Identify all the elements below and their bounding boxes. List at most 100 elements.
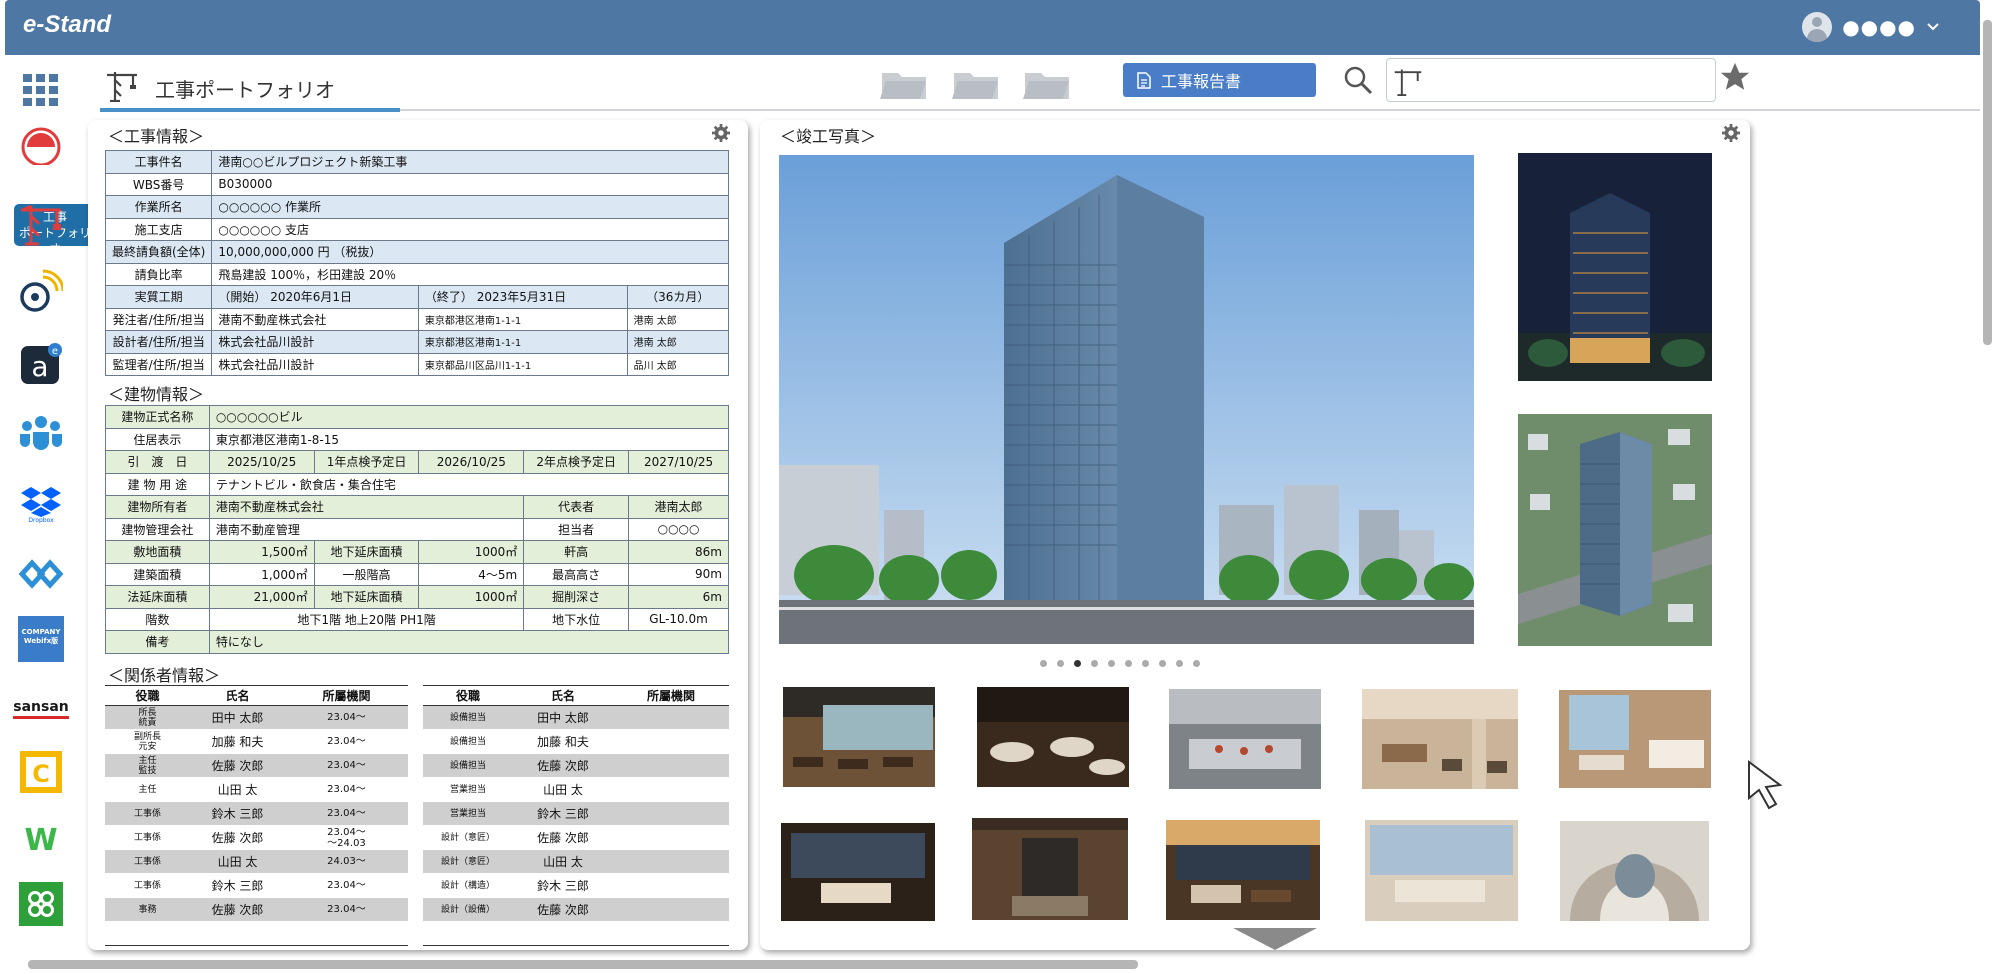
thumbnail-dining[interactable] xyxy=(977,687,1129,787)
label-cell: 階数 xyxy=(105,607,210,631)
role-cell: 事務 xyxy=(105,897,190,922)
svg-text:a: a xyxy=(31,350,48,383)
night-building-photo[interactable] xyxy=(1518,153,1712,381)
party-person: 港南 太郎 xyxy=(626,307,730,331)
name-cell: 加藤 和夫 xyxy=(190,729,285,754)
carousel-dot[interactable] xyxy=(1193,660,1200,667)
clover-icon[interactable] xyxy=(17,880,65,928)
role-cell: 工事係 xyxy=(105,825,190,850)
thumbnail-entrance[interactable] xyxy=(972,818,1128,920)
role-cell: 所長 統責 xyxy=(105,705,190,730)
name-cell: 佐藤 次郎 xyxy=(513,753,613,778)
user-name[interactable]: ●●●● xyxy=(1842,15,1916,39)
carousel-dot[interactable] xyxy=(1040,660,1047,667)
w-app-icon[interactable]: W xyxy=(17,815,65,863)
label-cell: WBS番号 xyxy=(104,172,213,196)
mouse-cursor-icon xyxy=(1748,760,1783,810)
label-cell: 建築面積 xyxy=(105,562,210,586)
c-app-icon[interactable]: C xyxy=(17,748,65,796)
apps-grid-icon[interactable] xyxy=(17,66,65,114)
value-cell: B030000 xyxy=(211,172,729,196)
link-app-icon[interactable] xyxy=(17,550,65,598)
chevron-down-icon[interactable] xyxy=(1926,22,1940,32)
role-cell: 工事係 xyxy=(105,849,190,874)
aerial-building-photo[interactable] xyxy=(1518,414,1712,646)
value-cell: テナントビル・飲食店・集合住宅 xyxy=(208,472,730,496)
thumbnail-restaurant[interactable] xyxy=(783,687,935,787)
label-cell: 設計者/住所/担当 xyxy=(104,330,213,354)
star-icon[interactable] xyxy=(1718,60,1752,94)
carousel-dot[interactable] xyxy=(1057,660,1064,667)
person-row: 営業担当 山田 太 xyxy=(423,777,729,802)
thumbnail-lounge[interactable] xyxy=(1166,820,1320,920)
thumbnail-kitchen[interactable] xyxy=(1169,689,1321,789)
person-row: 所長 統責 田中 太郎 23.04～ xyxy=(105,705,408,730)
construction-table: 工事件名 港南○○ビルプロジェクト新築工事 WBS番号 B030000 作業所名 ○○… xyxy=(104,150,730,376)
a-app-icon[interactable]: ae xyxy=(17,340,65,388)
carousel-dot[interactable] xyxy=(1091,660,1098,667)
value-cell: 地下1階 地上20階 PH1階 xyxy=(208,607,525,631)
name-cell: 田中 太郎 xyxy=(190,705,285,730)
date-cell: 23.04～ xyxy=(285,753,408,778)
column-header: 所屬機関 xyxy=(285,685,408,706)
scroll-down-arrow-icon[interactable] xyxy=(1233,928,1317,950)
carousel-dot[interactable] xyxy=(1142,660,1149,667)
name-cell: 佐藤 次郎 xyxy=(513,825,613,850)
value-cell: 港南不動産株式会社 xyxy=(208,495,525,519)
name-cell: 山田 太 xyxy=(190,849,285,874)
value-cell: 港南不動産管理 xyxy=(208,517,525,541)
carousel-dot[interactable] xyxy=(1074,660,1081,667)
name-cell: 佐藤 次郎 xyxy=(190,825,285,850)
carousel-dot[interactable] xyxy=(1176,660,1183,667)
person-row: 設備担当 加藤 和夫 xyxy=(423,729,729,754)
name-cell: 佐藤 次郎 xyxy=(190,897,285,922)
value-cell: 港南○○ビルプロジェクト新築工事 xyxy=(211,150,729,174)
label-cell: 代表者 xyxy=(523,495,630,519)
label-cell: 建物正式名称 xyxy=(105,405,210,429)
sansan-icon[interactable]: sansan xyxy=(13,685,69,733)
carousel-dot[interactable] xyxy=(1159,660,1166,667)
role-cell: 工事係 xyxy=(105,801,190,826)
value-cell: ○○○○ xyxy=(628,517,729,541)
thumbnail-lobby[interactable] xyxy=(1362,689,1518,789)
folder-icon[interactable] xyxy=(952,67,1000,101)
search-input[interactable] xyxy=(1386,58,1716,102)
person-row: 設計（意匠） 山田 太 xyxy=(423,849,729,874)
crane-icon[interactable] xyxy=(17,199,65,247)
report-button[interactable]: 工事報告書 xyxy=(1123,63,1316,97)
search-icon[interactable] xyxy=(1343,65,1373,95)
vertical-scrollbar[interactable] xyxy=(1983,20,1992,345)
person-row: 営業担当 鈴木 三郎 xyxy=(423,801,729,826)
gear-icon[interactable] xyxy=(1722,124,1740,142)
column-header: 役職 xyxy=(423,685,513,706)
report-button-label: 工事報告書 xyxy=(1161,72,1242,91)
folder-icon[interactable] xyxy=(1023,67,1071,101)
gear-icon[interactable] xyxy=(712,124,730,142)
teams-icon[interactable] xyxy=(17,410,65,458)
thumbnail-bedroom[interactable] xyxy=(781,823,935,921)
value-cell: GL-10.0m xyxy=(628,607,729,631)
dropbox-icon[interactable]: Dropbox xyxy=(17,481,65,529)
chat-signal-icon[interactable] xyxy=(17,267,65,315)
folder-icon[interactable] xyxy=(880,67,928,101)
user-menu[interactable]: ●●●● xyxy=(1802,12,1940,42)
company-webifx-icon[interactable]: COMPANY Webifx版 xyxy=(17,615,65,663)
role-cell: 設計（構造） xyxy=(423,873,513,898)
app-logo[interactable]: e-Stand xyxy=(23,11,111,39)
svg-text:W: W xyxy=(24,823,57,856)
carousel-dots xyxy=(1040,660,1200,667)
horizontal-scrollbar[interactable] xyxy=(28,960,1138,969)
svg-text:e: e xyxy=(52,346,58,357)
carousel-dot[interactable] xyxy=(1108,660,1115,667)
main-building-photo[interactable] xyxy=(779,155,1474,644)
label-cell: 備考 xyxy=(105,630,210,654)
worker-helmet-icon[interactable] xyxy=(17,121,65,169)
carousel-dot[interactable] xyxy=(1125,660,1132,667)
thumbnail-suite[interactable] xyxy=(1559,690,1711,788)
date-cell xyxy=(613,873,729,898)
person-row: 主任 山田 太 23.04～ xyxy=(105,777,408,802)
avatar-icon[interactable] xyxy=(1802,12,1833,42)
thumbnail-living[interactable] xyxy=(1365,820,1518,921)
thumbnail-facade[interactable] xyxy=(1560,821,1709,921)
value-cell: 4～5m xyxy=(418,562,525,586)
